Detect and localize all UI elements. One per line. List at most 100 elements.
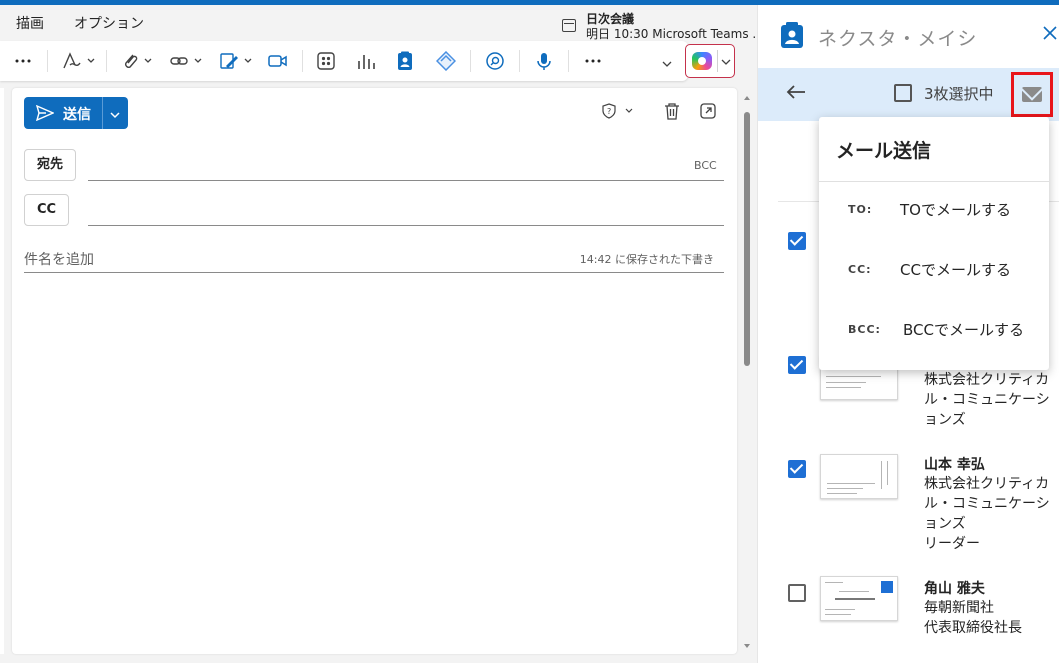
card-text-line <box>835 598 875 600</box>
scroll-thumb[interactable] <box>744 112 750 366</box>
apps-icon[interactable] <box>316 50 336 72</box>
addin-diamond-icon[interactable] <box>436 50 456 72</box>
to-button[interactable]: 宛先 <box>24 149 77 181</box>
ribbon-expand-chevron-icon[interactable] <box>661 58 675 72</box>
card-logo-mark <box>881 581 893 593</box>
ribbon-toolbar <box>0 41 688 81</box>
send-mail-button[interactable] <box>1011 72 1053 117</box>
link-icon[interactable] <box>170 50 206 72</box>
contact-checkbox[interactable] <box>788 584 806 602</box>
dropdown-divider <box>819 181 1049 182</box>
bcc-link[interactable]: BCC <box>694 159 717 172</box>
send-label: 送信 <box>63 107 91 123</box>
menu-draw[interactable]: 描画 <box>16 13 44 33</box>
selection-count-label: 3枚選択中 <box>924 85 994 103</box>
select-all-checkbox[interactable] <box>894 84 912 102</box>
menu-item-key: CC: <box>848 263 872 276</box>
more-options-icon[interactable] <box>585 50 601 72</box>
contact-company: 株式会社クリティカル・コミュニケーションズ <box>924 372 1050 428</box>
envelope-icon <box>1022 87 1042 102</box>
card-text-line <box>827 483 875 484</box>
signature-icon[interactable] <box>220 50 256 72</box>
contact-checkbox[interactable] <box>788 356 806 374</box>
card-text-line <box>826 382 866 383</box>
menu-item-key: TO: <box>848 203 873 216</box>
copilot-icon <box>692 52 712 70</box>
copilot-button[interactable] <box>685 44 735 78</box>
scroll-up-icon[interactable] <box>744 96 750 100</box>
contact-card-logo-icon <box>780 21 804 49</box>
separator <box>519 50 520 72</box>
menu-item-key: BCC: <box>848 323 881 336</box>
contact-card-icon[interactable] <box>396 50 414 72</box>
cc-field[interactable] <box>88 225 724 226</box>
dropdown-title: メール送信 <box>836 140 932 162</box>
menu-item-label: BCCでメールする <box>903 321 1024 339</box>
to-field[interactable] <box>88 180 724 181</box>
contact-title: 代表取締役社長 <box>924 620 1022 636</box>
card-text-line <box>827 493 857 494</box>
send-options-chevron-icon[interactable] <box>110 108 120 123</box>
svg-text:?: ? <box>607 107 611 116</box>
loop-icon[interactable] <box>485 50 505 72</box>
subject-input[interactable]: 件名を追加 <box>24 249 94 269</box>
card-vertical-name <box>881 461 882 489</box>
upcoming-meeting[interactable]: 日次会議 明日 10:30 Microsoft Teams ... <box>562 8 756 41</box>
separator <box>717 50 718 72</box>
contact-checkbox[interactable] <box>788 460 806 478</box>
contact-checkbox[interactable] <box>788 232 806 250</box>
chevron-down-icon[interactable] <box>721 55 731 70</box>
card-vertical-name <box>887 461 888 485</box>
dictate-icon[interactable] <box>536 50 552 72</box>
send-button[interactable]: 送信 <box>24 97 128 129</box>
separator <box>47 50 48 72</box>
separator <box>106 50 107 72</box>
menu-options[interactable]: オプション <box>74 13 144 33</box>
pane-title: ネクスタ・メイシ <box>818 28 978 50</box>
subject-underline <box>24 272 724 273</box>
meeting-detail: 明日 10:30 Microsoft Teams ... <box>586 27 756 41</box>
compose-scrollbar[interactable] <box>742 90 752 652</box>
contact-name: 山本 幸弘 <box>924 457 985 473</box>
menu-item-mail-bcc[interactable]: BCC: BCCでメールする <box>819 311 1049 351</box>
cc-button[interactable]: CC <box>24 194 70 226</box>
menu-item-mail-to[interactable]: TO: TOでメールする <box>819 191 1049 231</box>
send-icon <box>35 104 55 125</box>
card-text-line <box>825 582 843 583</box>
teams-meeting-icon[interactable] <box>268 50 288 72</box>
back-arrow-icon[interactable] <box>786 84 806 104</box>
poll-icon[interactable] <box>356 50 376 72</box>
separator <box>302 50 303 72</box>
attach-icon[interactable] <box>121 50 155 72</box>
card-text-line <box>839 591 869 592</box>
calendar-icon <box>562 19 576 32</box>
compose-form: 送信 ? 宛先 BCC CC 件名を追加 14:42 に保存された下書き <box>12 88 737 654</box>
business-card-thumbnail[interactable] <box>820 454 898 499</box>
separator <box>470 50 471 72</box>
card-text-line <box>825 614 851 615</box>
close-icon[interactable] <box>1043 26 1057 44</box>
card-text-line <box>827 488 863 489</box>
card-text-line <box>826 387 861 388</box>
contact-company: 株式会社クリティカル・コミュニケーションズ <box>924 476 1050 532</box>
card-text-line <box>825 609 855 610</box>
send-mail-dropdown: メール送信 TO: TOでメールする CC: CCでメールする BCC: BCC… <box>819 117 1049 370</box>
more-left-icon[interactable] <box>15 50 31 72</box>
draft-saved-status: 14:42 に保存された下書き <box>579 253 714 266</box>
contact-company: 毎朝新聞社 <box>924 600 994 616</box>
menu-item-label: CCでメールする <box>900 261 1011 279</box>
discard-trash-icon[interactable] <box>664 103 680 124</box>
separator <box>102 97 103 129</box>
menu-item-label: TOでメールする <box>900 201 1011 219</box>
menu-item-mail-cc[interactable]: CC: CCでメールする <box>819 251 1049 291</box>
contact-name: 角山 雅夫 <box>924 581 985 597</box>
business-card-thumbnail[interactable] <box>820 576 898 621</box>
scroll-down-icon[interactable] <box>744 644 750 648</box>
pop-out-icon[interactable] <box>700 103 716 123</box>
format-text-icon[interactable] <box>62 50 96 72</box>
selection-bar: 3枚選択中 <box>758 68 1059 121</box>
sensitivity-icon[interactable]: ? <box>602 103 634 123</box>
left-edge <box>0 88 4 654</box>
card-text-line <box>826 376 881 377</box>
menu-bar: 描画 オプション 日次会議 明日 10:30 Microsoft Teams .… <box>0 5 757 41</box>
